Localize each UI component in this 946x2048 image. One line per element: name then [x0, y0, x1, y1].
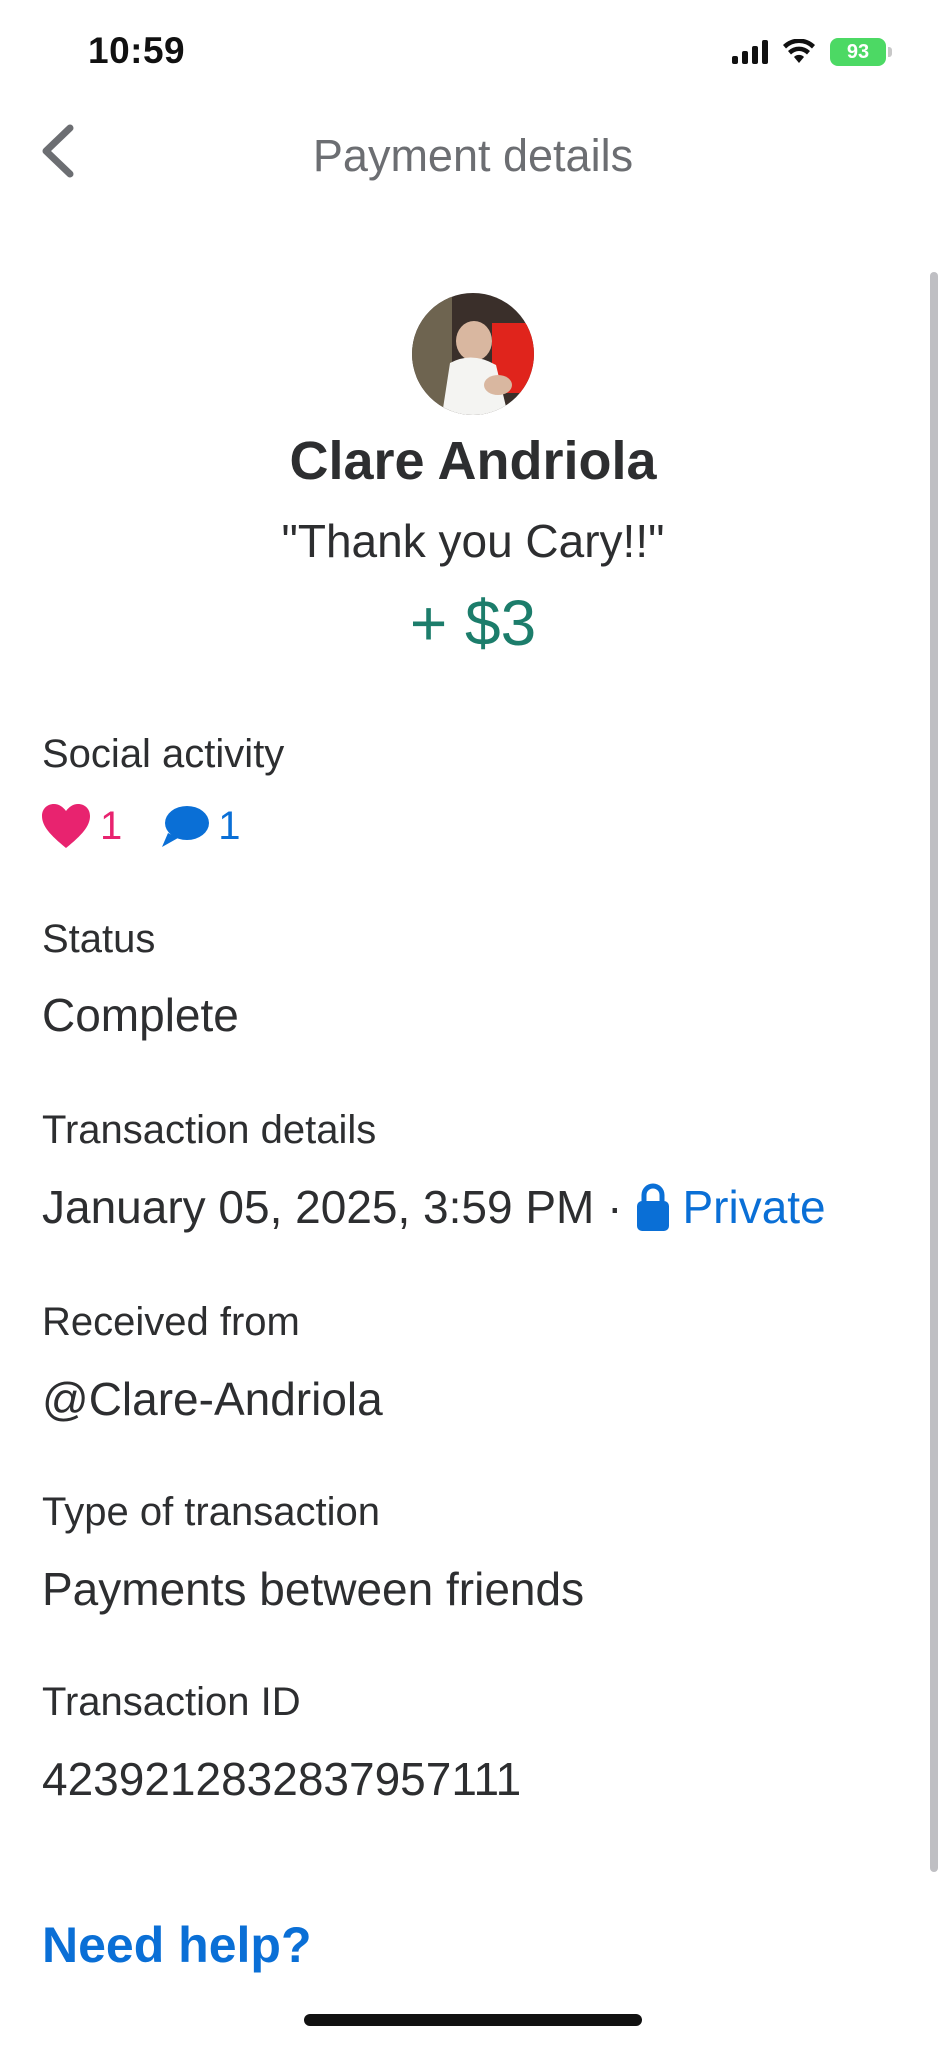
payment-details-screen: 10:59 93 Payment details Clare Andriola … — [0, 0, 946, 2048]
signal-icon — [732, 40, 768, 64]
type-value: Payments between friends — [42, 1563, 585, 1615]
avatar-photo — [412, 293, 534, 415]
privacy-label: Private — [682, 1181, 826, 1233]
page-title: Payment details — [312, 130, 634, 181]
privacy-button[interactable]: Private — [622, 1180, 826, 1234]
social-activity-label: Social activity — [42, 732, 285, 776]
received-from-label: Received from — [42, 1300, 300, 1344]
status-label: Status — [42, 917, 156, 961]
transaction-id-label: Transaction ID — [42, 1680, 301, 1724]
comments-button[interactable]: 1 — [160, 803, 241, 849]
transaction-datetime: January 05, 2025, 3:59 PM · — [42, 1181, 623, 1233]
lock-icon — [637, 1183, 670, 1231]
received-from-value[interactable]: @Clare-Andriola — [42, 1372, 383, 1426]
likes-count: 1 — [100, 803, 123, 848]
payment-amount: + $3 — [409, 587, 537, 659]
comment-icon — [162, 806, 210, 847]
status-value: Complete — [42, 989, 239, 1041]
likes-button[interactable]: 1 — [40, 802, 122, 850]
sender-name: Clare Andriola — [289, 431, 657, 491]
battery-icon: 93 — [830, 38, 892, 66]
status-time: 10:59 — [88, 30, 186, 71]
type-label: Type of transaction — [42, 1490, 380, 1534]
avatar[interactable] — [412, 293, 534, 415]
status-icons: 93 — [732, 38, 892, 66]
social-activity: 1 1 — [40, 802, 241, 850]
heart-icon — [42, 804, 90, 848]
wifi-icon — [783, 39, 815, 63]
transaction-details-label: Transaction details — [42, 1108, 377, 1152]
comments-count: 1 — [218, 803, 241, 848]
payment-note: "Thank you Cary!!" — [281, 515, 665, 567]
scrollbar[interactable] — [930, 272, 938, 1872]
need-help-link[interactable]: Need help? — [42, 1916, 311, 1974]
transaction-id-value: 4239212832837957111 — [42, 1753, 522, 1805]
home-indicator[interactable] — [304, 2014, 642, 2026]
transaction-details-row: January 05, 2025, 3:59 PM · Private — [42, 1180, 826, 1234]
